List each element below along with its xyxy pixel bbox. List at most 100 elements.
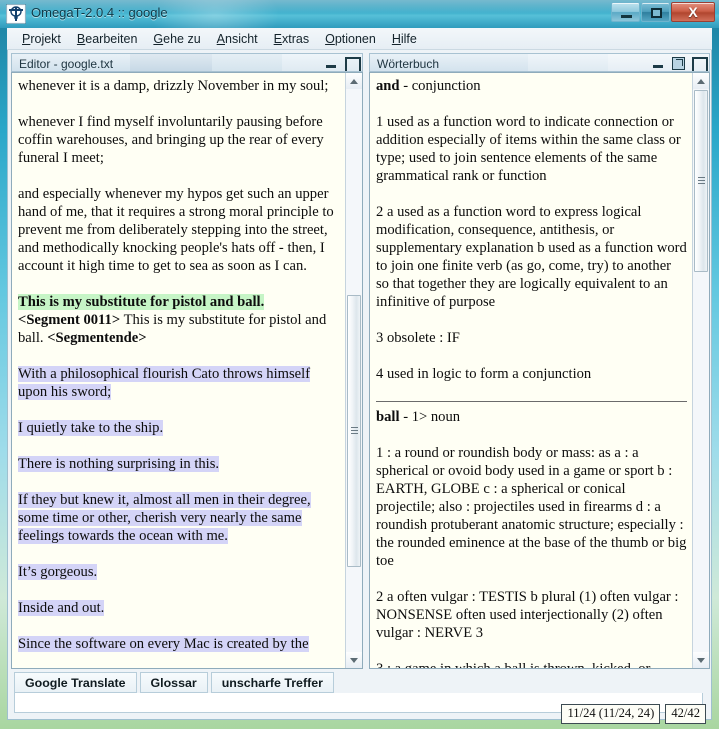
dictionary-restore-icon[interactable] — [671, 56, 685, 70]
segment-close-tag: <Segmentende> — [47, 330, 147, 346]
editor-vertical-scrollbar[interactable] — [345, 73, 362, 668]
menu-optionen-mnemonic: O — [325, 31, 335, 46]
editor-scroll-down-icon[interactable] — [346, 652, 362, 668]
status-bar: 11/24 (11/24, 24) 42/42 — [7, 703, 712, 724]
menu-extras-rest: xtras — [282, 31, 310, 46]
menu-hilfe[interactable]: Hilfe — [384, 30, 425, 48]
menu-gehe-zu[interactable]: Gehe zu — [145, 30, 208, 48]
menu-hilfe-rest: ilfe — [400, 31, 417, 46]
dictionary-scroll-down-icon[interactable] — [693, 652, 709, 668]
editor-paragraph: whenever I find myself involuntarily pau… — [18, 114, 324, 166]
dictionary-sense: 3 : a game in which a ball is thrown, ki… — [376, 660, 687, 668]
application-window: OmegaT-2.0.4 :: google X Projekt Bearbei… — [0, 0, 719, 729]
segment-source-text: There is nothing surprising in this. — [18, 456, 220, 472]
scrollbar-grip-icon — [351, 427, 358, 435]
segment-row[interactable]: Since the software on every Mac is creat… — [18, 635, 340, 653]
active-segment-target[interactable]: <Segment 0011> This is my substitute for… — [18, 311, 340, 347]
dict-header-stripe-3 — [528, 54, 608, 71]
dictionary-scroll-up-icon[interactable] — [693, 73, 709, 89]
dictionary-panel-buttons — [651, 56, 708, 71]
menu-hilfe-mnemonic: H — [391, 31, 401, 46]
segment-source-text: With a philosophical flourish Cato throw… — [18, 366, 311, 400]
dict-headword-and: and — [376, 78, 400, 94]
editor-maximize-icon[interactable] — [344, 56, 361, 71]
dictionary-sense: 1 used as a function word to indicate co… — [376, 114, 681, 184]
titlebar-sheen — [150, 0, 280, 28]
segment-source-text: Since the software on every Mac is creat… — [18, 636, 309, 652]
menu-bar: Projekt Bearbeiten Gehe zu Ansicht Extra… — [7, 28, 712, 50]
menu-extras[interactable]: Extras — [266, 30, 317, 48]
window-minimize-button[interactable] — [611, 2, 640, 22]
active-segment-source: This is my substitute for pistol and bal… — [18, 293, 340, 311]
dictionary-entry-divider — [376, 401, 687, 402]
dictionary-maximize-icon[interactable] — [691, 56, 708, 71]
dictionary-body[interactable]: and - conjunction 1 used as a function w… — [369, 72, 710, 669]
dictionary-sense: 1 : a round or roundish body or mass: as… — [376, 445, 687, 569]
dictionary-minimize-icon[interactable] — [651, 56, 665, 70]
segment-source-text: Inside and out. — [18, 600, 105, 616]
editor-panel: Editor - google.txt whenever it is a dam… — [11, 53, 363, 669]
editor-header-stripe-3 — [212, 54, 282, 71]
menu-gehe-zu-rest: ehe zu — [163, 31, 201, 46]
tab-glossar[interactable]: Glossar — [139, 672, 208, 693]
menu-extras-mnemonic: E — [273, 31, 282, 46]
tab-unscharfe-treffer[interactable]: unscharfe Treffer — [210, 672, 334, 693]
dictionary-panel-header: Wörterbuch — [369, 53, 710, 72]
menu-optionen-rest: ptionen — [334, 31, 376, 46]
editor-text[interactable]: whenever it is a damp, drizzly November … — [12, 73, 345, 668]
segment-row[interactable]: There is nothing surprising in this. — [18, 455, 340, 473]
segment-source-text: It’s gorgeous. — [18, 564, 98, 580]
editor-scroll-up-icon[interactable] — [346, 73, 362, 89]
window-maximize-button[interactable] — [641, 2, 670, 22]
dictionary-panel-title: Wörterbuch — [377, 57, 440, 71]
menu-bearbeiten-rest: earbeiten — [85, 31, 138, 46]
segment-source-text: If they but knew it, almost all men in t… — [18, 492, 311, 544]
menu-optionen[interactable]: Optionen — [317, 30, 384, 48]
dictionary-sense: 2 a used as a function word to express l… — [376, 204, 687, 310]
editor-paragraph: whenever it is a damp, drizzly November … — [18, 78, 329, 94]
minimize-icon — [621, 15, 632, 18]
editor-panel-buttons — [324, 56, 361, 71]
editor-panel-header: Editor - google.txt — [11, 53, 363, 72]
dictionary-entry-headword: ball - 1> noun — [376, 408, 687, 426]
editor-body[interactable]: whenever it is a damp, drizzly November … — [11, 72, 363, 669]
dict-pos-and: - conjunction — [403, 78, 481, 94]
segment-row[interactable]: With a philosophical flourish Cato throw… — [18, 365, 340, 401]
dictionary-scrollbar-thumb[interactable] — [694, 90, 708, 272]
omegat-icon — [5, 3, 27, 25]
maximize-icon — [651, 8, 662, 18]
menu-ansicht[interactable]: Ansicht — [209, 30, 266, 48]
scrollbar-grip-icon — [698, 177, 705, 185]
menu-ansicht-mnemonic: A — [216, 31, 225, 46]
dictionary-entry-headword: and - conjunction — [376, 77, 687, 95]
window-title: OmegaT-2.0.4 :: google — [31, 5, 168, 20]
segment-row[interactable]: It’s gorgeous. — [18, 563, 340, 581]
editor-paragraph: and especially whenever my hypos get suc… — [18, 186, 334, 274]
tab-unscharfe-treffer-label: unscharfe Treffer — [221, 675, 323, 690]
menu-projekt[interactable]: Projekt — [14, 30, 69, 48]
segment-source-text: I quietly take to the ship. — [18, 420, 164, 436]
tab-glossar-label: Glossar — [150, 675, 197, 690]
editor-minimize-icon[interactable] — [324, 56, 338, 70]
segment-row[interactable]: If they but knew it, almost all men in t… — [18, 491, 340, 545]
tab-google-translate-label: Google Translate — [25, 675, 126, 690]
dict-pos-ball: - 1> noun — [403, 409, 461, 425]
close-icon: X — [688, 4, 698, 20]
window-close-button[interactable]: X — [671, 2, 715, 22]
title-bar: OmegaT-2.0.4 :: google X — [0, 0, 719, 28]
status-file-progress: 42/42 — [665, 703, 706, 724]
menu-bearbeiten[interactable]: Bearbeiten — [69, 30, 145, 48]
dictionary-sense: 4 used in logic to form a conjunction — [376, 366, 592, 382]
dict-headword-ball: ball — [376, 409, 400, 425]
status-segment-progress: 11/24 (11/24, 24) — [561, 703, 661, 724]
editor-scrollbar-thumb[interactable] — [347, 295, 361, 567]
dictionary-text[interactable]: and - conjunction 1 used as a function w… — [370, 73, 692, 668]
tab-row: Google Translate Glossar unscharfe Treff… — [14, 672, 337, 693]
tab-google-translate[interactable]: Google Translate — [14, 672, 137, 693]
menu-ansicht-rest: nsicht — [225, 31, 258, 46]
menu-bearbeiten-mnemonic: B — [76, 31, 86, 46]
segment-row[interactable]: Inside and out. — [18, 599, 340, 617]
dictionary-vertical-scrollbar[interactable] — [692, 73, 709, 668]
segment-row[interactable]: I quietly take to the ship. — [18, 419, 340, 437]
menu-gehe-zu-mnemonic: G — [153, 31, 164, 46]
